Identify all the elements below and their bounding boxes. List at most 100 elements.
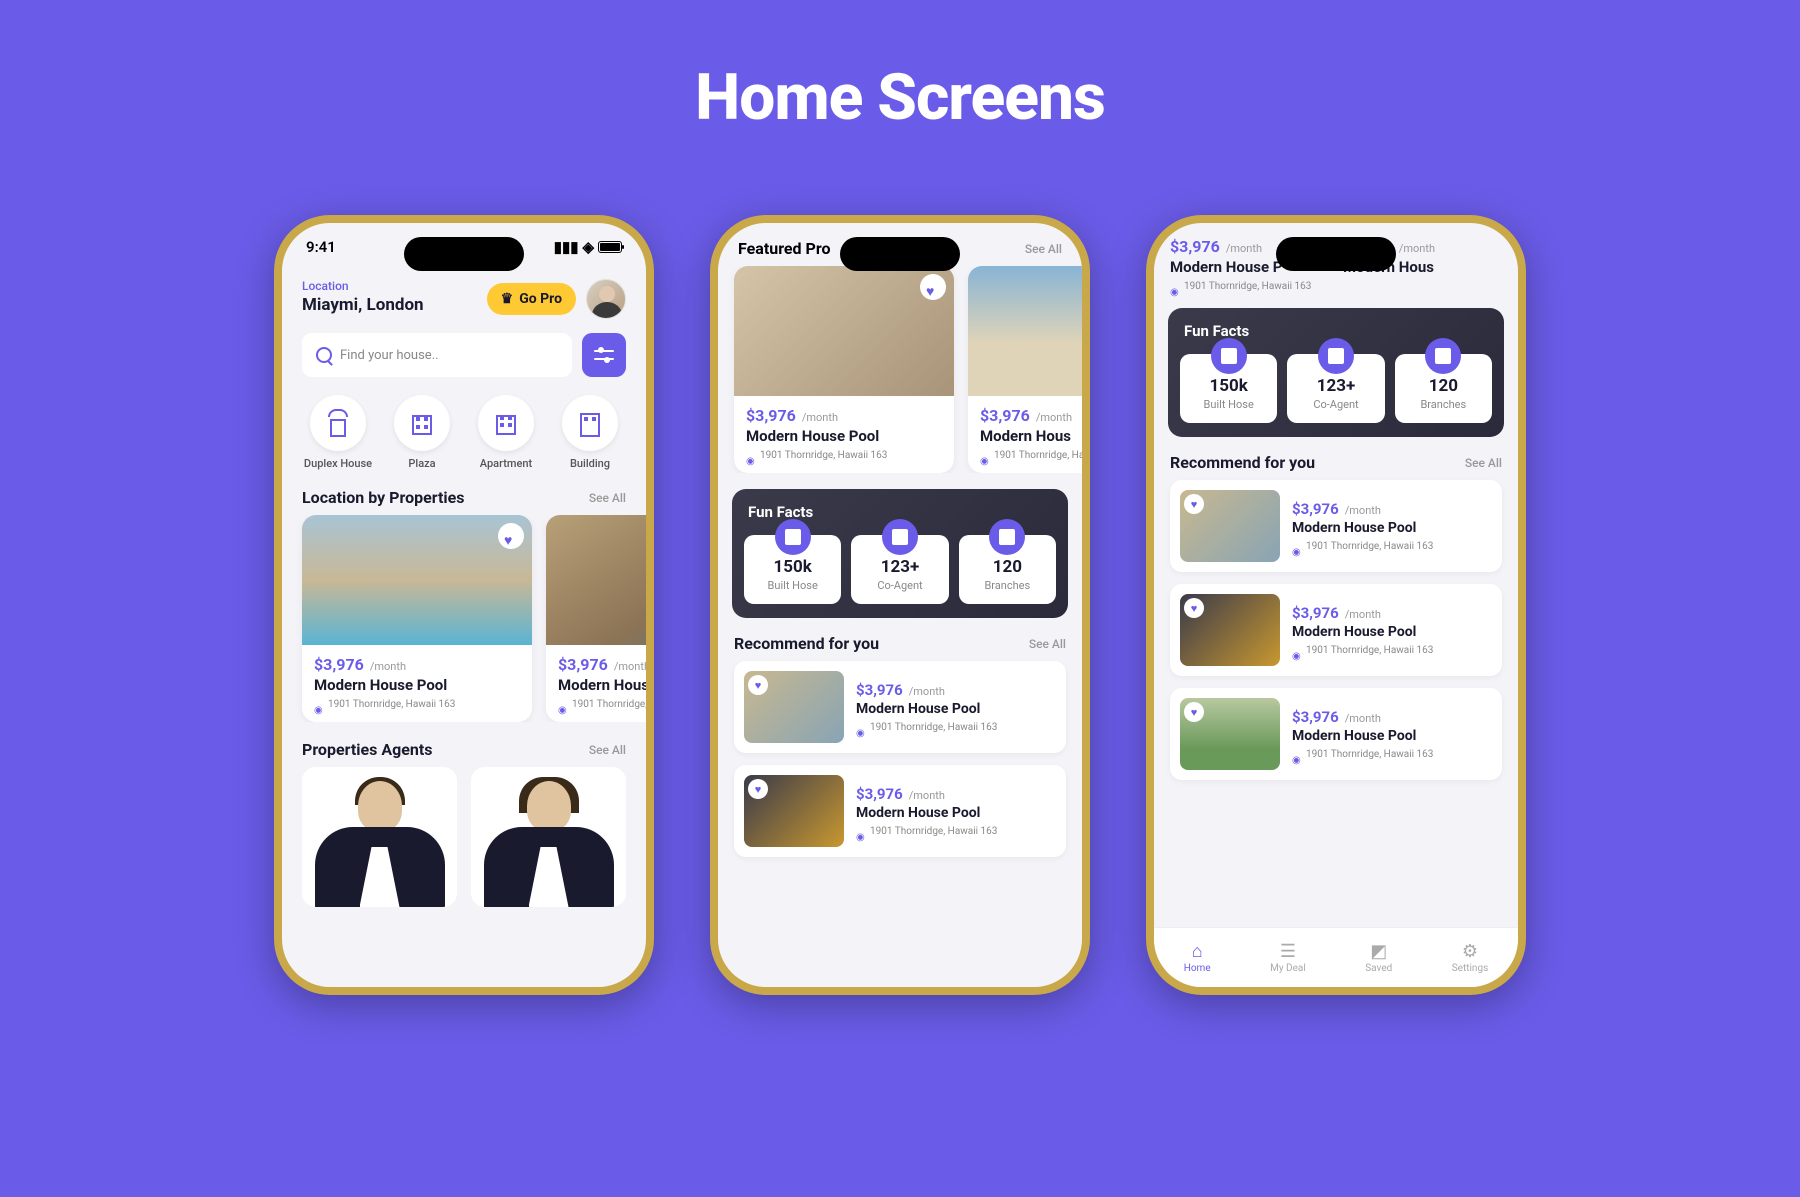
fun-fact-card: 150kBuilt Hose [744,535,841,604]
property-address: 1901 Thornridge, Hawaii 163 [1306,749,1433,760]
property-card[interactable]: $3,976/month Modern Hous 1901 Thornridge… [546,515,646,722]
fun-fact-value: 150k [1184,376,1273,396]
home-icon: ⌂ [1187,941,1207,961]
saved-icon: ◩ [1369,941,1389,961]
pin-icon [980,449,990,461]
price: $3,976 [558,655,608,674]
section-title: Fun Facts [732,489,1068,521]
page-title: Home Screens [0,0,1800,135]
fun-fact-label: Branches [963,579,1052,592]
sliders-icon [594,348,614,362]
plaza-icon [408,409,436,437]
nav-saved[interactable]: ◩ Saved [1365,941,1392,974]
avatar-button[interactable] [586,279,626,319]
fun-fact-value: 120 [963,557,1052,577]
recommend-item[interactable]: $3,976/month Modern House Pool 1901 Thor… [734,765,1066,857]
bottom-nav: ⌂Home ☰My Deal ◩ Saved ⚙Settings [1154,927,1518,987]
pin-icon [1170,280,1180,292]
fun-fact-card: 123+Co-Agent [1287,354,1384,423]
nav-home[interactable]: ⌂Home [1184,941,1211,974]
branches-icon [989,519,1025,555]
phones-row: 9:41 ▮▮▮ ◈ Location Miaymi, London ♛ Go … [0,215,1800,995]
nav-settings[interactable]: ⚙Settings [1452,941,1489,974]
per-month: /month [1345,504,1381,517]
section-title: Recommend for you [734,634,879,653]
wifi-icon: ◈ [582,238,594,256]
property-card[interactable]: $3,976/month Modern Hous 1901 Thornridge… [968,266,1082,473]
property-image [302,515,532,645]
nav-my-deal[interactable]: ☰My Deal [1270,941,1306,974]
recommend-item[interactable]: $3,976/month Modern House Pool 1901 Thor… [1170,480,1502,572]
property-image [1180,698,1280,770]
pin-icon [746,449,756,461]
see-all-link[interactable]: See All [1029,637,1066,651]
category-label: Apartment [480,457,532,470]
nav-label: Saved [1365,963,1392,974]
apartment-icon [492,409,520,437]
fun-fact-label: Branches [1399,398,1488,411]
see-all-link[interactable]: See All [589,491,626,505]
price: $3,976 [746,406,796,425]
favorite-button[interactable] [920,274,946,300]
phone-3: $3,976/month Modern House P 1901 Thornri… [1146,215,1526,995]
search-placeholder: Find your house.. [340,348,439,363]
pin-icon [558,698,568,710]
property-title: Modern House Pool [1292,520,1492,536]
property-card[interactable]: $3,976/month Modern House Pool 1901 Thor… [734,266,954,473]
deal-icon: ☰ [1278,941,1298,961]
price: $3,976 [856,681,903,699]
section-title: Fun Facts [1168,308,1504,340]
favorite-button[interactable] [748,779,768,799]
favorite-button[interactable] [1184,494,1204,514]
pin-icon [1292,644,1302,656]
see-all-link[interactable]: See All [589,743,626,757]
property-address: 1901 Thornridge, Hawaii 163 [760,450,887,461]
built-house-icon [775,519,811,555]
agent-card[interactable] [302,767,457,907]
property-title: Modern House Pool [1292,624,1492,640]
heart-icon [504,530,518,542]
recommend-item[interactable]: $3,976/month Modern House Pool 1901 Thor… [734,661,1066,753]
go-pro-label: Go Pro [519,291,562,307]
see-all-link[interactable]: See All [1465,456,1502,470]
search-input[interactable]: Find your house.. [302,333,572,377]
favorite-button[interactable] [1184,702,1204,722]
location-value[interactable]: Miaymi, London [302,295,424,315]
property-address: 1901 Thornridge, Hawaii 163 [994,450,1082,461]
property-title: Modern House Pool [1292,728,1492,744]
price: $3,976 [1170,237,1220,256]
see-all-link[interactable]: See All [1025,242,1062,256]
status-time: 9:41 [306,238,336,256]
fun-fact-card: 120 Branches [959,535,1056,604]
agent-card[interactable] [471,767,626,907]
section-title: Recommend for you [1170,453,1315,472]
category-label: Duplex House [304,457,372,470]
favorite-button[interactable] [498,523,524,549]
category-plaza[interactable]: Plaza [386,395,458,470]
category-duplex-house[interactable]: Duplex House [302,395,374,470]
location-label: Location [302,279,424,293]
filter-button[interactable] [582,333,626,377]
recommend-item[interactable]: $3,976/month Modern House Pool 1901 Thor… [1170,688,1502,780]
nav-label: Settings [1452,963,1489,974]
property-address: 1901 Thornridge, Hawaii 163 [328,699,455,710]
category-apartment[interactable]: Apartment [470,395,542,470]
favorite-button[interactable] [1184,598,1204,618]
fun-fact-label: Built Hose [1184,398,1273,411]
favorite-button[interactable] [748,675,768,695]
go-pro-button[interactable]: ♛ Go Pro [487,283,576,315]
recommend-item[interactable]: $3,976/month Modern House Pool 1901 Thor… [1170,584,1502,676]
category-building[interactable]: Building [554,395,626,470]
section-title: Properties Agents [302,740,432,759]
property-card[interactable]: $3,976/month Modern House Pool 1901 Thor… [302,515,532,722]
crown-icon: ♛ [501,291,514,307]
fun-fact-value: 123+ [855,557,944,577]
pin-icon [314,698,324,710]
property-address: 1901 Thornridge, Hawaii 163 [1184,281,1311,292]
price: $3,976 [1292,708,1339,726]
signal-icon: ▮▮▮ [554,238,579,256]
fun-fact-card: 123+Co-Agent [851,535,948,604]
property-title: Modern House Pool [856,701,1056,717]
fun-fact-label: Built Hose [748,579,837,592]
property-title: Modern Hous [558,676,646,694]
